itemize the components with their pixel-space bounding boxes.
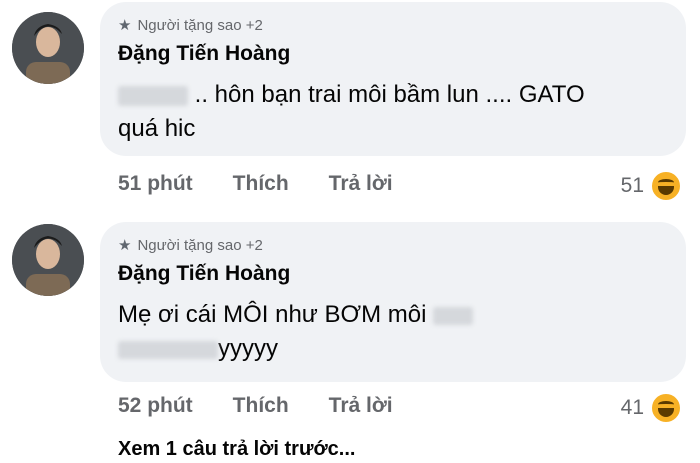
haha-emoji-icon xyxy=(650,392,682,424)
comment-text: Mẹ ơi cái MÔI như BƠM môi yyyyy xyxy=(118,298,678,366)
reaction-summary[interactable]: 51 xyxy=(621,170,682,202)
comment-bubble: ★ Người tặng sao +2 Đặng Tiến Hoàng Mẹ ơ… xyxy=(100,222,686,382)
view-previous-replies-link[interactable]: Xem 1 câu trả lời trước... xyxy=(118,438,355,461)
reaction-count: 51 xyxy=(620,174,644,197)
reply-button[interactable]: Trả lời xyxy=(329,172,393,196)
badge-label: Người tặng sao +2 xyxy=(137,236,263,254)
comment-actions: 51 phút Thích Trả lời xyxy=(118,172,433,196)
haha-emoji-icon xyxy=(650,170,682,202)
reaction-count: 41 xyxy=(620,396,644,419)
timestamp[interactable]: 51 phút xyxy=(118,172,193,196)
comment-actions: 52 phút Thích Trả lời xyxy=(118,394,433,418)
star-icon: ★ xyxy=(118,237,132,254)
comment-author[interactable]: Đặng Tiến Hoàng xyxy=(118,262,290,286)
comment-text: .. hôn bạn trai môi bầm lun .... GATO qu… xyxy=(118,81,585,142)
reaction-summary[interactable]: 41 xyxy=(621,392,682,424)
comment-author[interactable]: Đặng Tiến Hoàng xyxy=(118,42,290,66)
like-button[interactable]: Thích xyxy=(233,394,289,418)
star-giver-badge: ★ Người tặng sao +2 xyxy=(118,236,263,255)
redacted-text xyxy=(118,340,218,359)
badge-label: Người tặng sao +2 xyxy=(137,16,263,34)
reply-button[interactable]: Trả lời xyxy=(329,394,393,418)
avatar[interactable] xyxy=(12,12,84,84)
redacted-text xyxy=(433,306,474,325)
comment-bubble: ★ Người tặng sao +2 Đặng Tiến Hoàng .. h… xyxy=(100,2,686,156)
timestamp[interactable]: 52 phút xyxy=(118,394,193,418)
star-giver-badge: ★ Người tặng sao +2 xyxy=(118,16,263,35)
avatar[interactable] xyxy=(12,224,84,296)
redacted-text xyxy=(118,85,188,106)
star-icon: ★ xyxy=(118,17,132,34)
like-button[interactable]: Thích xyxy=(233,172,289,196)
